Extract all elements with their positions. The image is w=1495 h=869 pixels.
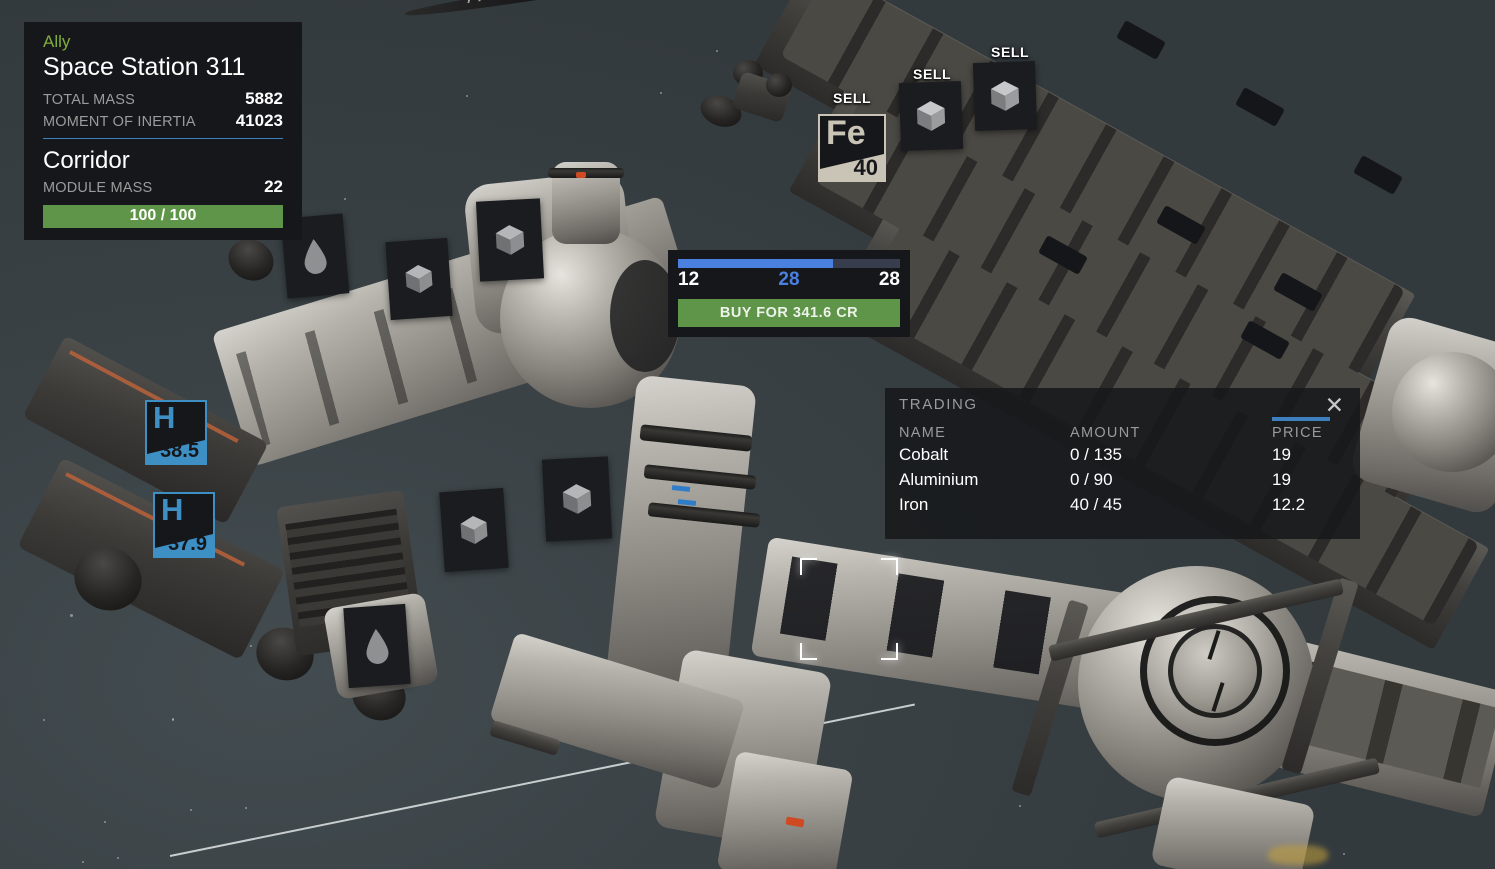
sort-indicator <box>1272 417 1330 422</box>
cell-price: 12.2 <box>1272 495 1306 515</box>
sell-label: SELL <box>991 44 1030 60</box>
droplet-icon <box>366 629 389 664</box>
trading-panel-header: TRADING ✕ <box>885 388 1360 416</box>
table-row[interactable]: Iron 40 / 45 12.2 <box>885 493 1360 518</box>
element-quantity: 37.9 <box>168 533 207 555</box>
stat-label: MODULE MASS <box>43 180 153 197</box>
slider-values: 12 28 28 <box>678 269 900 291</box>
station-info-panel: Ally Space Station 311 TOTAL MASS 5882 M… <box>24 22 302 240</box>
element-quantity: 38.5 <box>160 440 199 462</box>
element-marker-h[interactable]: H 38.5 <box>145 400 207 465</box>
cube-icon <box>562 484 592 514</box>
module-name: Corridor <box>43 147 130 175</box>
resource-marker-cube[interactable] <box>541 456 613 542</box>
cell-name: Cobalt <box>899 445 949 465</box>
trading-panel-title: TRADING <box>899 396 978 413</box>
cube-icon <box>990 81 1020 111</box>
panel-divider <box>43 138 283 140</box>
stat-row: TOTAL MASS 5882 <box>34 88 292 110</box>
game-viewport[interactable]: SELL SELL SELL Fe 40 H 38.5 H 37.9 Ally … <box>0 0 1495 869</box>
cell-name: Aluminium <box>899 470 979 490</box>
cell-amount-bar <box>1165 468 1260 493</box>
close-icon[interactable]: ✕ <box>1323 393 1346 416</box>
element-symbol: H <box>161 492 184 527</box>
element-symbol: Fe <box>826 114 866 152</box>
element-marker-h[interactable]: H 37.9 <box>153 492 215 558</box>
quantity-slider[interactable] <box>678 259 900 268</box>
column-header-price-label: PRICE <box>1272 425 1323 442</box>
stat-value: 41023 <box>235 110 283 130</box>
element-symbol: H <box>153 400 176 435</box>
resource-marker-cube[interactable] <box>385 237 453 321</box>
sell-label: SELL <box>833 90 872 106</box>
station-name: Space Station 311 <box>43 52 246 81</box>
resource-marker-cube[interactable] <box>439 487 509 573</box>
table-header-row: NAME AMOUNT PRICE <box>885 417 1360 443</box>
stat-value: 5882 <box>245 88 283 108</box>
buy-panel[interactable]: 12 28 28 BUY FOR 341.6 CR <box>668 250 910 337</box>
slider-max-value: 28 <box>878 269 900 290</box>
cell-amount: 0 / 90 <box>1070 470 1113 490</box>
sell-label: SELL <box>913 66 952 82</box>
cell-price: 19 <box>1272 470 1291 490</box>
stat-value: 22 <box>264 177 283 197</box>
table-row[interactable]: Cobalt 0 / 135 19 <box>885 443 1360 468</box>
resource-marker-droplet[interactable] <box>343 603 411 689</box>
cell-amount: 40 / 45 <box>1070 495 1122 515</box>
slider-current-value: 28 <box>778 269 800 290</box>
trading-table: NAME AMOUNT PRICE Cobalt 0 / 135 19 Alum… <box>885 417 1360 518</box>
column-header-bar <box>1165 425 1260 443</box>
column-header-price[interactable]: PRICE <box>1260 417 1360 443</box>
cell-name: Iron <box>899 495 929 515</box>
droplet-icon <box>304 239 327 274</box>
trading-panel[interactable]: TRADING ✕ NAME AMOUNT PRICE Cobalt 0 / 1… <box>885 388 1360 539</box>
column-header-name[interactable]: NAME <box>885 425 1070 443</box>
column-header-amount[interactable]: AMOUNT <box>1070 425 1165 443</box>
resource-marker-cube[interactable] <box>898 80 964 152</box>
cube-icon <box>495 225 525 255</box>
table-row[interactable]: Aluminium 0 / 90 19 <box>885 468 1360 493</box>
cell-amount-bar <box>1165 443 1260 468</box>
cube-icon <box>405 265 433 293</box>
element-quantity: 40 <box>853 154 878 180</box>
stat-row: MODULE MASS 22 <box>34 176 292 198</box>
element-marker-fe[interactable]: Fe 40 <box>818 114 886 182</box>
module-selection-brackets <box>800 558 898 660</box>
cell-amount: 0 / 135 <box>1070 445 1122 465</box>
relation-label: Ally <box>43 32 71 51</box>
cube-icon <box>460 516 488 544</box>
resource-marker-cube[interactable] <box>475 198 545 282</box>
cell-price: 19 <box>1272 445 1291 465</box>
stat-label: MOMENT OF INERTIA <box>43 113 196 130</box>
stat-label: TOTAL MASS <box>43 91 135 108</box>
module-health-bar: 100 / 100 <box>43 204 283 228</box>
slider-min-value: 12 <box>678 269 700 290</box>
module-health-text: 100 / 100 <box>129 207 197 225</box>
quantity-slider-fill <box>678 259 834 268</box>
resource-marker-cube[interactable] <box>972 60 1038 132</box>
buy-button[interactable]: BUY FOR 341.6 CR <box>678 299 900 327</box>
stat-row: MOMENT OF INERTIA 41023 <box>34 110 292 132</box>
cube-icon <box>916 101 946 131</box>
cell-amount-bar <box>1165 493 1260 518</box>
